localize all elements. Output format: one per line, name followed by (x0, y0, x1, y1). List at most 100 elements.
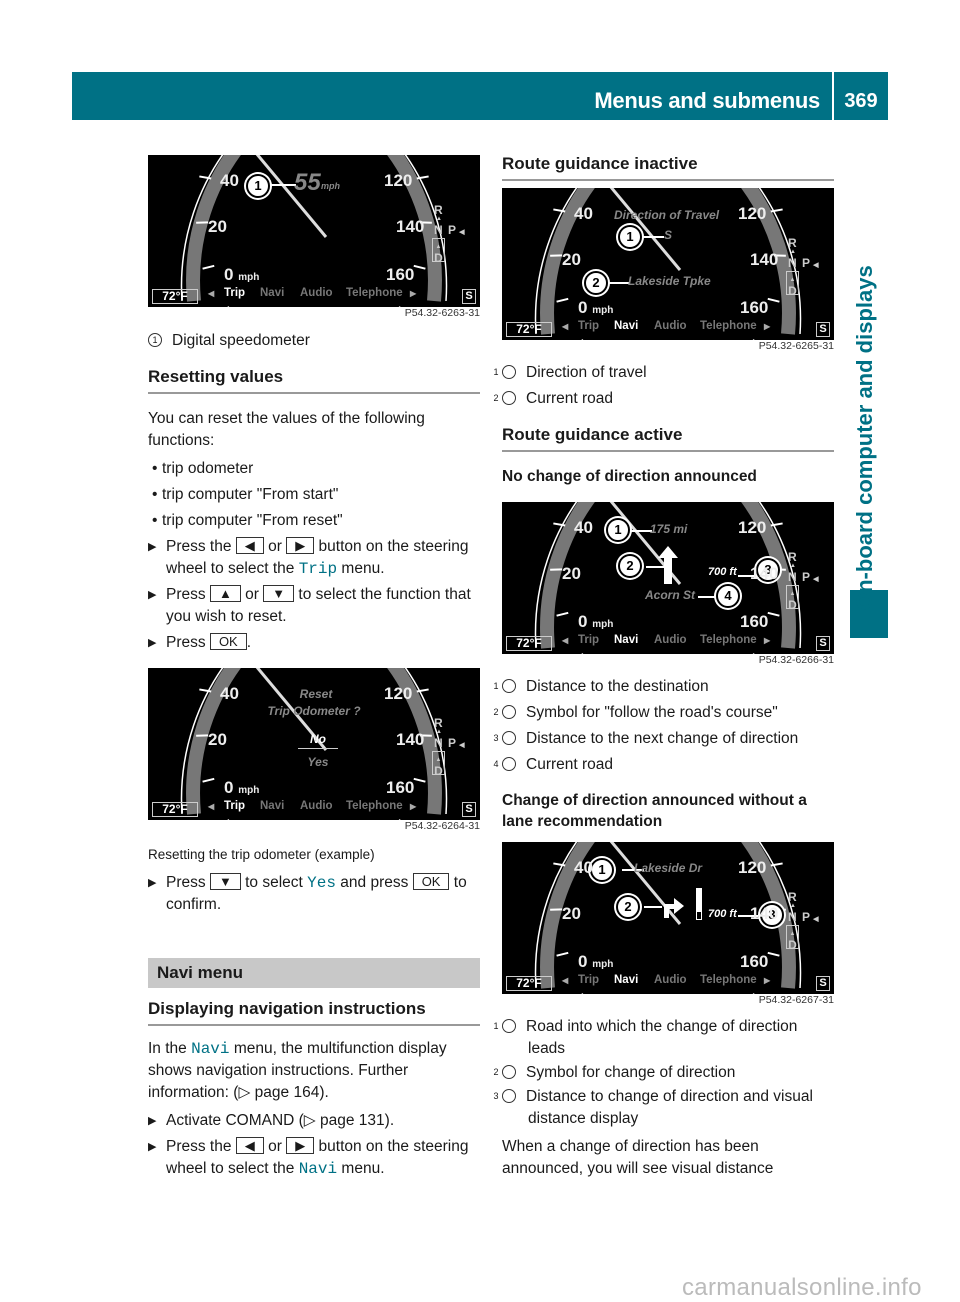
gear-r: R (788, 550, 797, 564)
legend-item: 1 Digital speedometer (148, 330, 480, 352)
instrument-cluster-figure-guidance-inactive: Direction of Travel 1 S 2 Lakeside Tpke … (502, 188, 834, 340)
tick-label: 40 (574, 858, 593, 877)
menu-right-arrow-icon: ▶ (764, 322, 771, 331)
up-arrow-key-icon: ▲ (209, 585, 241, 602)
gear-p: P ◀ (448, 736, 465, 750)
gear-n: N (788, 570, 797, 584)
gear-n: N (788, 910, 797, 924)
reset-prompt-line1: Reset (299, 687, 333, 701)
menu-item-telephone: Telephone (700, 974, 757, 986)
callout-number-icon: 1 (493, 679, 516, 693)
gear-r: R (788, 236, 797, 250)
legend-item: 4 Current road (493, 756, 614, 773)
callout-number-icon: 1 (148, 333, 162, 347)
legend-item: 3 Distance to change of direction and vis… (493, 1088, 813, 1127)
legend-text: Digital speedometer (172, 332, 310, 349)
tick-label: 140 (750, 250, 779, 269)
menu-bar: ◀ Trip Navi Audio Telephone ▶ (502, 318, 834, 336)
tick-label: 160 (740, 612, 769, 631)
figure-code: P54.32-6265-31 (758, 340, 834, 352)
menu-left-arrow-icon: ◀ (562, 976, 569, 985)
menu-name: Trip (298, 560, 338, 578)
legend-item: 2 Symbol for "follow the road's course" (493, 704, 778, 721)
menu-item-navi: Navi (614, 634, 639, 646)
menu-item-navi: Navi (614, 320, 639, 332)
current-road: Acorn St (645, 588, 696, 602)
bullet-item: • trip odometer (152, 460, 254, 477)
tick-label: 140 (750, 564, 779, 583)
right-arrow-key-icon: ▶ (286, 537, 315, 554)
tick-label: 20 (208, 217, 227, 236)
section-heading: Route guidance inactive (502, 153, 834, 181)
page-number: 369 (834, 72, 888, 120)
gear-p: P ◀ (802, 256, 819, 270)
section-title: Menus and submenus (594, 88, 820, 113)
callout-leader (266, 184, 296, 186)
ok-key-icon: OK (209, 633, 247, 650)
subsection-heading: No change of direction announced (502, 468, 757, 485)
menu-name: Navi (298, 1160, 338, 1178)
legend-item: 2 Current road (493, 390, 614, 407)
gear-d: ▲ D (432, 238, 445, 264)
gear-p: P ◀ (448, 223, 465, 237)
gear-p: P ◀ (802, 570, 819, 584)
callout-number-icon: 3 (493, 731, 516, 745)
menu-item-audio: Audio (300, 287, 333, 299)
gear-p: P ◀ (802, 910, 819, 924)
page-header: Menus and submenus (72, 72, 832, 120)
tick-label: 140 (750, 904, 779, 923)
menu-right-arrow-icon: ▶ (764, 636, 771, 645)
callout-leader (640, 236, 664, 238)
distance-to-next-turn: 700 ft (708, 566, 737, 578)
figure-code: P54.32-6266-31 (758, 654, 834, 666)
gear-n: N (434, 223, 443, 237)
instrument-cluster-figure-reset: Reset Trip Odometer ? No Yes 40 20 0 mph 12… (148, 668, 480, 820)
tick-label: 120 (384, 171, 413, 190)
callout-number-icon: 1 (493, 365, 516, 379)
callout-number-icon: 4 (493, 757, 516, 771)
bullet-item: • trip computer "From reset" (152, 512, 343, 529)
menu-item-audio: Audio (654, 974, 687, 986)
callout-number-icon: 2 (493, 705, 516, 719)
current-road: Lakeside Tpke (628, 274, 711, 288)
menu-left-arrow-icon: ◀ (208, 802, 215, 811)
menu-bar: ◀ Trip Navi Audio Telephone ▶ (502, 632, 834, 650)
tick-label: 160 (386, 778, 415, 797)
callout-leader (698, 596, 718, 598)
figure-code: P54.32-6267-31 (758, 994, 834, 1006)
menu-right-arrow-icon: ▶ (410, 289, 417, 298)
distance-to-turn: 700 ft (708, 908, 737, 920)
gear-d: ▲ D (432, 751, 445, 777)
menu-item-telephone: Telephone (346, 287, 403, 299)
figure-caption: Resetting the trip odometer (example) (148, 847, 375, 862)
menu-left-arrow-icon: ◀ (208, 289, 215, 298)
gear-r: R (434, 716, 443, 730)
ok-key-icon: OK (412, 873, 450, 890)
callout-number-icon: 3 (493, 1089, 516, 1103)
menu-item-telephone: Telephone (346, 800, 403, 812)
tick-label: 0 mph (224, 265, 260, 284)
menu-item-navi: Navi (614, 974, 639, 986)
callout-number-icon: 2 (493, 1065, 516, 1079)
figure-code: P54.32-6263-31 (404, 307, 480, 319)
option-yes: Yes (307, 755, 329, 769)
instruction-step: Press the ◀ or ▶ button on the steering … (148, 536, 480, 580)
legend-item: 3 Distance to the next change of directio… (493, 730, 799, 747)
section-heading: Resetting values (148, 366, 480, 394)
tick-label: 20 (562, 564, 581, 583)
option-name: Yes (307, 874, 336, 892)
tick-label: 120 (738, 858, 767, 877)
watermark: carmanualsonline.info (682, 1274, 922, 1301)
tick-label: 160 (740, 952, 769, 971)
menu-item-trip: Trip (578, 320, 600, 332)
tick-label: 0 mph (578, 952, 614, 971)
instruction-step: Press OK. (148, 632, 480, 654)
tick-label: 140 (396, 730, 425, 749)
menu-item-audio: Audio (300, 800, 333, 812)
paragraph: In the Navi menu, the multifunction disp… (148, 1040, 447, 1101)
tick-label: 120 (738, 204, 767, 223)
callout-number-icon: 1 (493, 1019, 516, 1033)
digital-speed-value: 55 (294, 169, 321, 196)
menu-bar: ◀ Trip Navi Audio Telephone ▶ (502, 972, 834, 990)
callout-1: 1 (618, 225, 642, 249)
